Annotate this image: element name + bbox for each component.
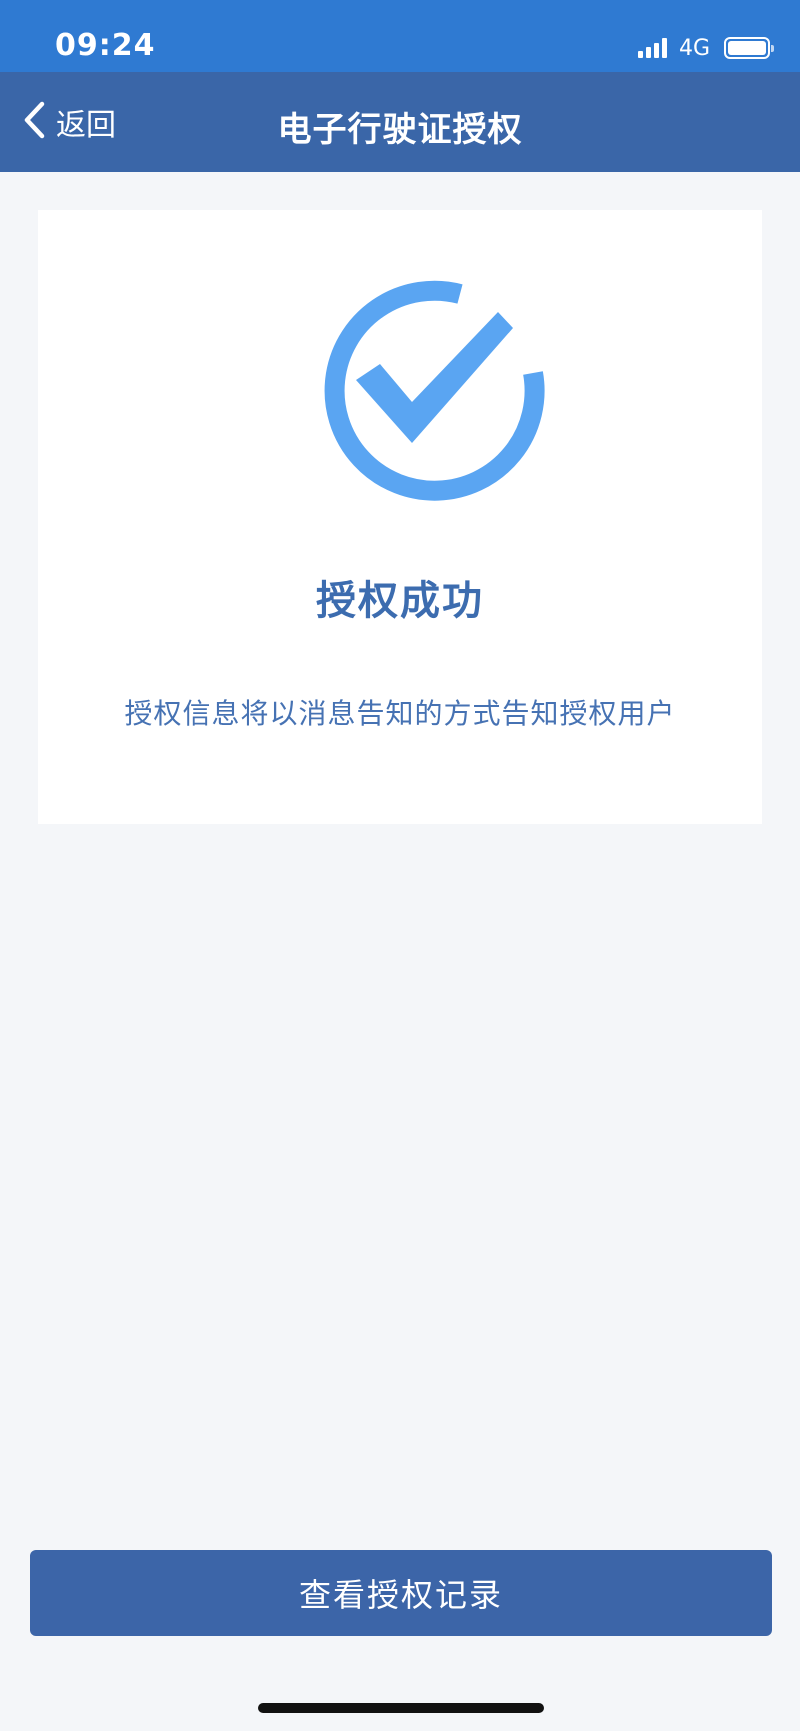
- signal-strength-icon: [637, 38, 667, 58]
- navigation-bar: 返回 电子行驶证授权: [0, 72, 800, 172]
- result-description: 授权信息将以消息告知的方式告知授权用户: [124, 697, 676, 730]
- network-type: 4G: [678, 35, 710, 61]
- view-records-button[interactable]: 查看授权记录: [30, 1550, 772, 1636]
- battery-level: [728, 41, 766, 55]
- page-title: 电子行驶证授权: [277, 110, 523, 150]
- status-indicators: 4G: [637, 32, 774, 64]
- check-circle-icon: [320, 278, 550, 508]
- status-bar: 09:24 4G: [0, 0, 800, 72]
- result-title: 授权成功: [316, 578, 484, 624]
- status-time: 09:24: [55, 28, 156, 63]
- result-card: 授权成功 授权信息将以消息告知的方式告知授权用户: [38, 210, 762, 824]
- battery-icon: [724, 37, 774, 59]
- home-indicator[interactable]: [258, 1703, 544, 1713]
